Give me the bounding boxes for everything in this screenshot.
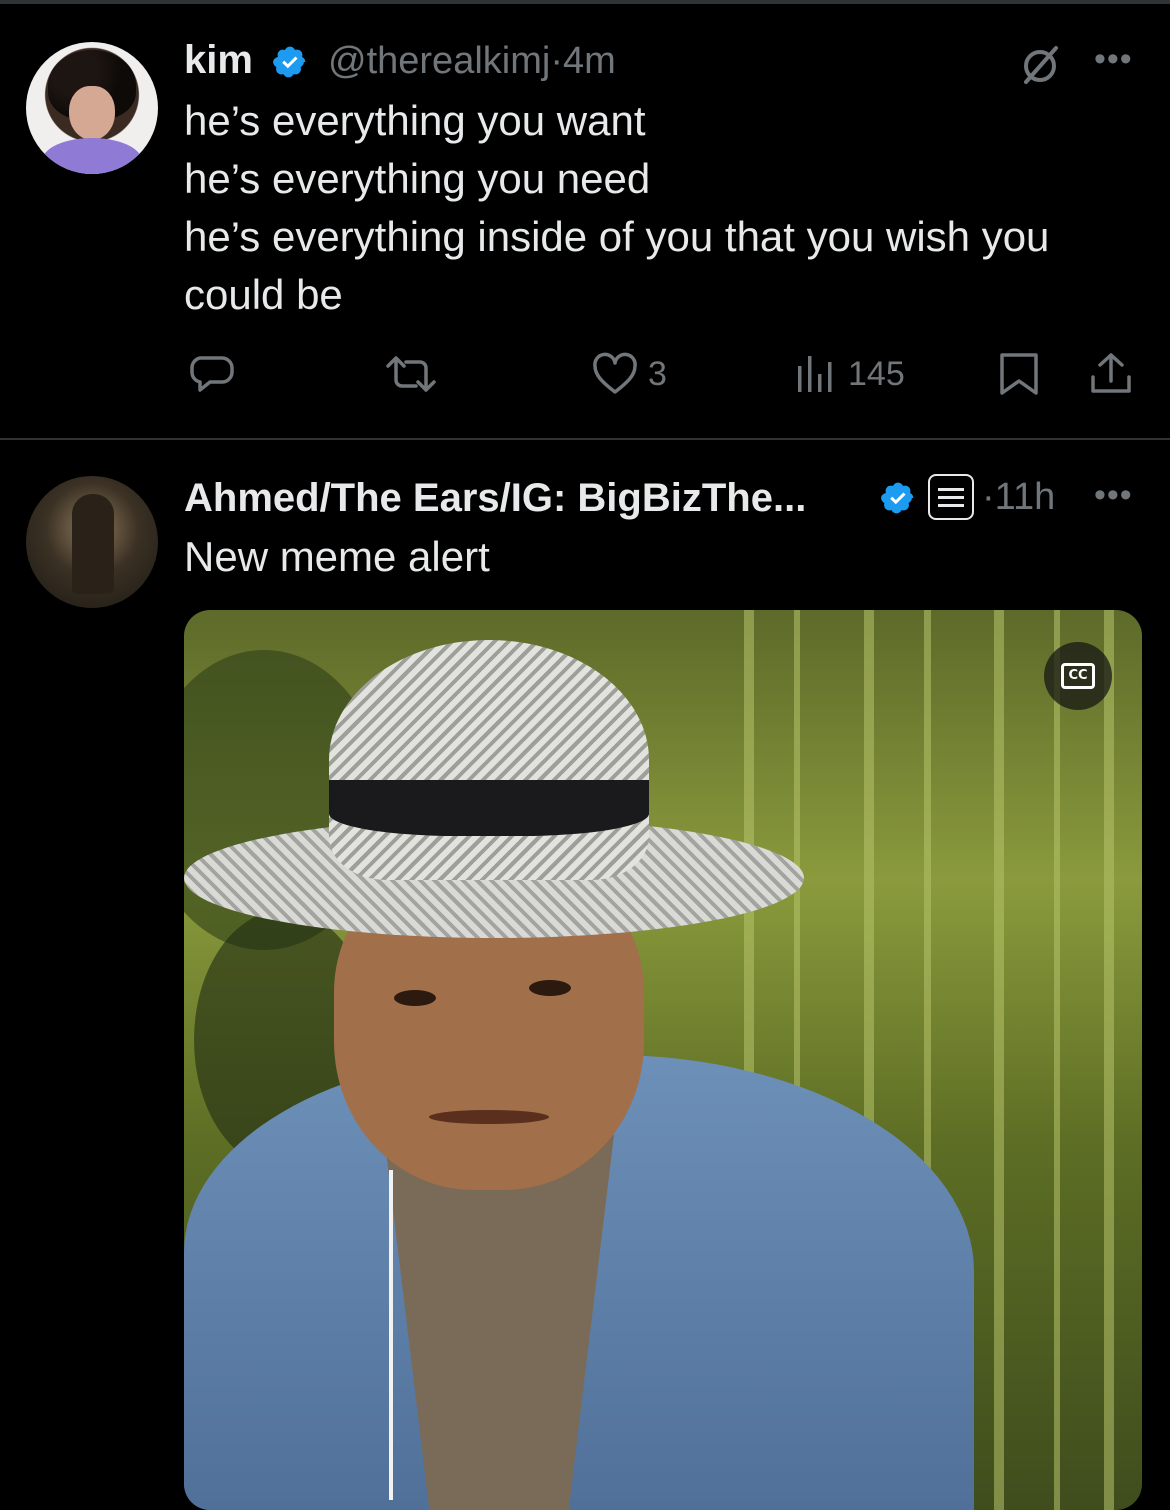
avatar[interactable] [26,476,158,608]
hat-band [329,780,649,836]
bookmark-icon [1000,353,1038,395]
views-icon [798,356,832,392]
like-count: 3 [648,354,667,393]
tweet-text: he’s everything you want he’s everything… [184,97,1050,318]
video-media[interactable]: CC [184,610,1142,1510]
like-icon [593,352,637,394]
display-name[interactable]: Ahmed/The Ears/IG: BigBizThe... [184,476,806,521]
person-eye [529,980,571,996]
bamboo-stalk [1104,610,1114,1510]
person-eye [394,990,436,1006]
avatar-face [69,86,115,140]
separator-dot: · [982,476,995,518]
separator-dot: · [550,40,563,82]
more-icon[interactable]: ••• [1094,476,1133,515]
grok-icon[interactable] [1016,40,1064,88]
verified-icon[interactable] [880,480,916,516]
tweet-card[interactable]: Ahmed/The Ears/IG: BigBizThe... ·11h •••… [0,440,1170,1510]
verified-icon[interactable] [272,44,308,80]
bamboo-stalk [994,610,1004,1510]
views-button[interactable]: 145 [794,352,905,396]
earphone-cable [389,1170,393,1500]
more-icon[interactable]: ••• [1094,40,1133,79]
retweet-icon [386,356,436,392]
share-button[interactable] [1088,352,1134,396]
avatar[interactable] [26,42,158,174]
retweet-button[interactable] [384,352,448,396]
timestamp[interactable]: 4m [563,40,616,82]
tweet-text: New meme alert [184,533,490,580]
bookmark-button[interactable] [998,352,1040,396]
display-name[interactable]: kim [184,38,253,83]
view-count: 145 [848,354,905,393]
share-icon [1091,353,1131,393]
handle-and-time: @therealkimj·4m [328,40,616,83]
reply-button[interactable] [188,352,246,396]
tweet-card[interactable]: kim @therealkimj·4m ••• he’s everything … [0,0,1170,440]
handle[interactable]: @therealkimj [328,40,550,82]
bamboo-stalk [1054,610,1060,1510]
affiliate-badge-icon[interactable] [928,474,974,520]
hat-crown [329,640,649,880]
avatar-figure [72,494,114,594]
person-mouth [429,1110,549,1124]
reply-icon [190,356,234,392]
handle-and-time: ·11h [982,476,1055,519]
avatar-scarf [42,138,142,174]
timestamp[interactable]: 11h [995,476,1056,518]
cc-icon: CC [1061,663,1095,689]
like-button[interactable]: 3 [592,352,667,396]
captions-button[interactable]: CC [1044,642,1112,710]
